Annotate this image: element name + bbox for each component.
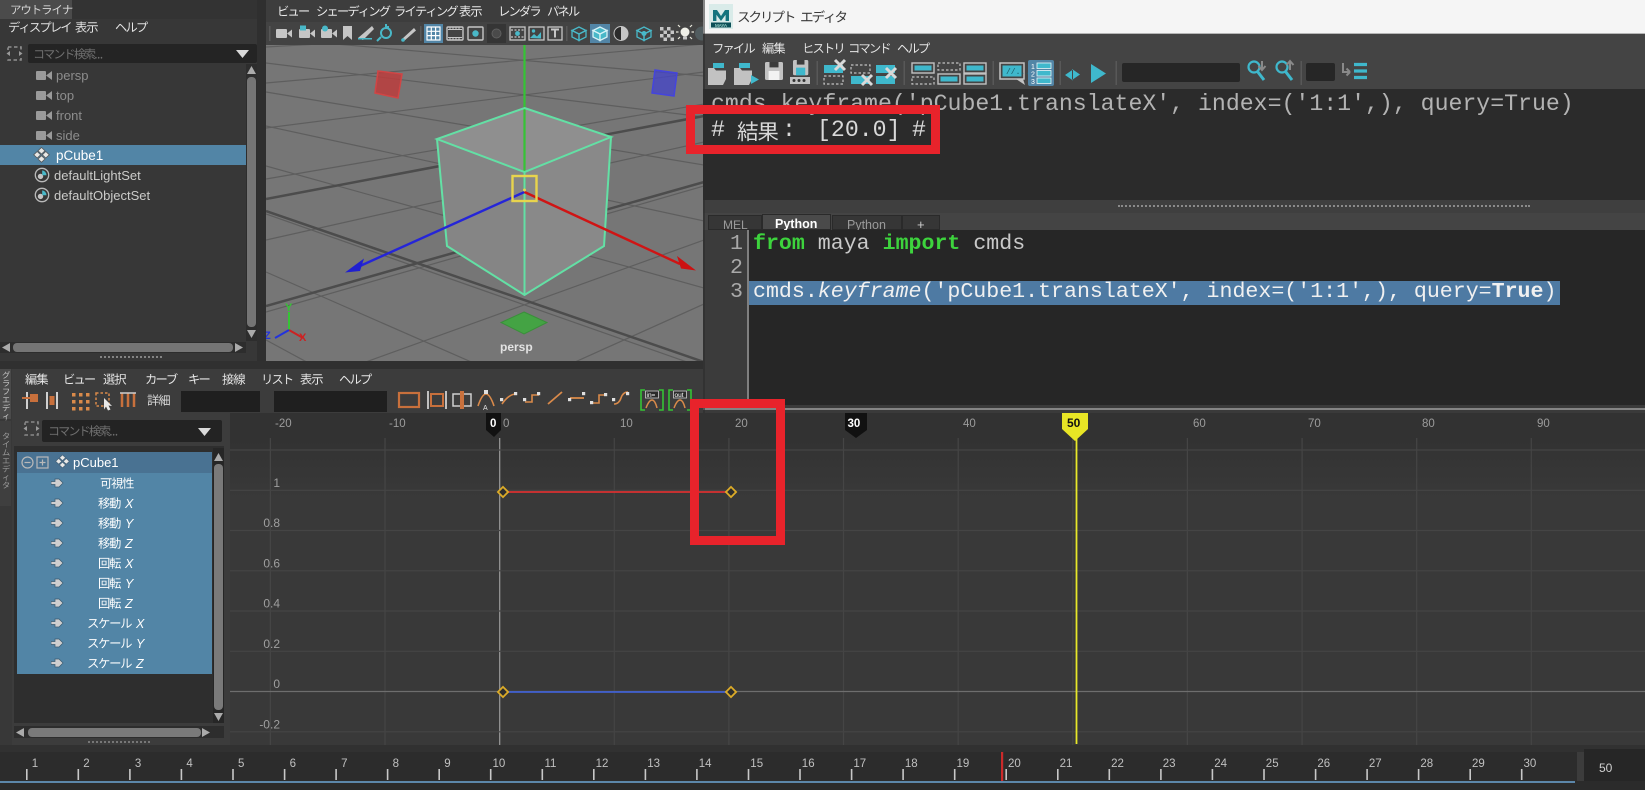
svg-text:22: 22 xyxy=(1111,758,1124,770)
svg-text:0.4: 0.4 xyxy=(263,597,280,611)
svg-text:7: 7 xyxy=(341,758,347,770)
svg-text:26: 26 xyxy=(1317,758,1330,770)
svg-text:Y: Y xyxy=(285,302,293,314)
svg-text:Z: Z xyxy=(266,330,271,342)
svg-text:80: 80 xyxy=(1422,418,1435,430)
svg-text:persp: persp xyxy=(500,340,533,354)
svg-text:6: 6 xyxy=(290,758,296,770)
svg-text:0: 0 xyxy=(273,677,280,691)
svg-text:70: 70 xyxy=(1308,418,1321,430)
svg-text:9: 9 xyxy=(444,758,450,770)
svg-text:MAYA: MAYA xyxy=(715,23,727,28)
svg-text:1: 1 xyxy=(273,476,280,490)
svg-text:16: 16 xyxy=(802,758,815,770)
svg-text:20: 20 xyxy=(1008,758,1021,770)
svg-text:3: 3 xyxy=(1031,79,1035,86)
svg-text:out: out xyxy=(675,392,684,399)
svg-text:1: 1 xyxy=(32,758,38,770)
svg-text:-20: -20 xyxy=(275,418,292,430)
svg-text:28: 28 xyxy=(1420,758,1433,770)
svg-text:14: 14 xyxy=(699,758,712,770)
svg-text:X: X xyxy=(299,332,307,344)
svg-text:-10: -10 xyxy=(389,418,406,430)
svg-text:17: 17 xyxy=(853,758,866,770)
svg-text:8: 8 xyxy=(393,758,399,770)
svg-text:19: 19 xyxy=(957,758,970,770)
svg-text:15: 15 xyxy=(750,758,763,770)
svg-text:2: 2 xyxy=(1031,72,1035,79)
svg-text:30: 30 xyxy=(848,418,861,430)
svg-text:50: 50 xyxy=(1067,416,1081,430)
svg-text:0: 0 xyxy=(490,418,496,430)
svg-text:90: 90 xyxy=(1537,418,1550,430)
svg-text:40: 40 xyxy=(963,418,976,430)
svg-text:0.8: 0.8 xyxy=(263,516,280,530)
svg-text:30: 30 xyxy=(1524,758,1537,770)
svg-text:0: 0 xyxy=(503,418,509,430)
svg-text:10: 10 xyxy=(493,758,506,770)
svg-text:11: 11 xyxy=(545,758,557,770)
svg-text:in=: in= xyxy=(647,392,656,399)
svg-text:12: 12 xyxy=(596,758,609,770)
svg-text:13: 13 xyxy=(647,758,660,770)
svg-text://...: //... xyxy=(1006,68,1030,77)
svg-text:10: 10 xyxy=(620,418,633,430)
svg-text:24: 24 xyxy=(1214,758,1227,770)
svg-text:1: 1 xyxy=(1031,64,1035,71)
svg-text:5: 5 xyxy=(238,758,244,770)
svg-text:29: 29 xyxy=(1472,758,1485,770)
svg-text:23: 23 xyxy=(1163,758,1176,770)
svg-text:A: A xyxy=(483,405,488,412)
svg-text:25: 25 xyxy=(1266,758,1279,770)
svg-text:3: 3 xyxy=(135,758,141,770)
svg-text:27: 27 xyxy=(1369,758,1382,770)
svg-text:21: 21 xyxy=(1060,758,1073,770)
svg-text:0.6: 0.6 xyxy=(263,556,280,570)
svg-text:60: 60 xyxy=(1193,418,1206,430)
svg-text:-0.2: -0.2 xyxy=(259,717,280,731)
svg-text:18: 18 xyxy=(905,758,918,770)
svg-text:4: 4 xyxy=(186,758,193,770)
svg-text:0.2: 0.2 xyxy=(263,637,280,651)
svg-text:2: 2 xyxy=(83,758,89,770)
